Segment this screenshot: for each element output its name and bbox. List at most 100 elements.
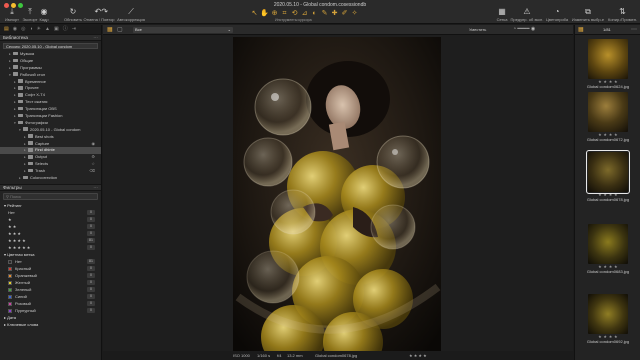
- folder-item[interactable]: ▸ Тест сжатия: [0, 99, 101, 106]
- folder-item[interactable]: ▸ Трансляции Fashion: [0, 113, 101, 120]
- crop-tool-icon[interactable]: ⌗: [280, 9, 289, 18]
- thumbnail-item[interactable]: ★ ★ ★ ★ Global condom0672.jpg: [581, 92, 635, 143]
- color-tab-icon[interactable]: ◑: [29, 27, 32, 32]
- rating-count: 0: [87, 223, 95, 229]
- rotate-tool-icon[interactable]: ⟲: [290, 9, 299, 18]
- folder-item[interactable]: ▸ Прочее: [0, 85, 101, 92]
- folder-item[interactable]: ▸ Trash ⌫: [0, 168, 101, 175]
- color-filter-row[interactable]: Красный 0: [0, 265, 101, 272]
- folder-item[interactable]: ▸ Output ⚙: [0, 154, 101, 161]
- library-header[interactable]: Библиотека ⋯: [0, 34, 101, 41]
- folder-item[interactable]: ▸ Capture ◉: [0, 141, 101, 148]
- rating-filter-row[interactable]: ★ ★ ★ ★ ★ 0: [0, 244, 101, 251]
- folder-item[interactable]: ▸ Программы: [0, 65, 101, 72]
- browser-menu-icon[interactable]: ⋯: [631, 26, 637, 33]
- filter-select[interactable]: Все ⌄: [133, 27, 233, 33]
- picker-tool-icon[interactable]: ✐: [340, 9, 349, 18]
- zoom-tool-icon[interactable]: ⊕: [270, 9, 279, 18]
- folder-item[interactable]: ▸ Временное: [0, 79, 101, 86]
- refresh-button[interactable]: ↻ Обновить: [62, 8, 84, 23]
- color-filter-row[interactable]: Оранжевый 0: [0, 272, 101, 279]
- color-filter-row[interactable]: Зеленый 0: [0, 286, 101, 293]
- thumbnail-image[interactable]: [588, 294, 628, 334]
- current-rating[interactable]: ★ ★ ★ ★: [409, 353, 427, 358]
- rating-filter-row[interactable]: ★ ★ ★ 0: [0, 230, 101, 237]
- folder-item[interactable]: ▸ Best shots: [0, 134, 101, 141]
- session-select[interactable]: Сессия: 2020.05.10 - Global condom: [3, 43, 98, 49]
- folder-item[interactable]: ▸ Selects ☆: [0, 161, 101, 168]
- folder-icon: [18, 106, 23, 111]
- exposure-warning-button[interactable]: ⚠ Предупр. об эксп.: [510, 8, 544, 23]
- export-button[interactable]: ⤒ Экспорт: [20, 8, 40, 23]
- details-tab-icon[interactable]: ▲: [45, 27, 50, 32]
- thumbnail-item[interactable]: ★ ★ ★ ★ Global condom0624.jpg: [581, 39, 635, 90]
- viewer-single-icon[interactable]: ▢: [117, 26, 123, 33]
- mask-tool-icon[interactable]: ◐: [310, 9, 319, 18]
- filters-header[interactable]: Фильтры ⋯: [0, 183, 101, 191]
- color-filter-row[interactable]: Нет 81: [0, 258, 101, 265]
- lens-tab-icon[interactable]: ◎: [21, 27, 25, 32]
- thumbnail-item[interactable]: ★ ★ ★ ★ Global condom0683.jpg: [581, 224, 635, 275]
- brush-tool-icon[interactable]: ✎: [320, 9, 329, 18]
- zoom-slider[interactable]: ◔ ━━━━ ◉: [513, 26, 553, 33]
- rating-filter-row[interactable]: Нет 0: [0, 209, 101, 216]
- color-filter-row[interactable]: Розовый 0: [0, 300, 101, 307]
- undo-redo-button[interactable]: ↶↷ Отмена / Повтор: [83, 8, 115, 23]
- browser-list-icon[interactable]: ▦: [578, 26, 584, 33]
- thumbnail-image[interactable]: [586, 150, 630, 194]
- fit-select[interactable]: Уместить: [469, 27, 486, 32]
- heal-tool-icon[interactable]: ✚: [330, 9, 339, 18]
- folder-item[interactable]: ▸ Общие: [0, 58, 101, 65]
- color-filter-row[interactable]: Синий 0: [0, 293, 101, 300]
- thumbnail-image[interactable]: [588, 92, 628, 132]
- more-icon[interactable]: ⋯: [93, 185, 98, 191]
- color-filter-row[interactable]: Пурпурный 0: [0, 307, 101, 314]
- color-filter-row[interactable]: Желтый 0: [0, 279, 101, 286]
- image-viewer: ▦ ▢ Все ⌄ Уместить ◔ ━━━━ ◉ ISO 1000 1/1…: [103, 25, 573, 360]
- pan-tool-icon[interactable]: ↖: [250, 9, 259, 18]
- keystone-tool-icon[interactable]: ⊿: [300, 9, 309, 18]
- rating-filter-row[interactable]: ★ 0: [0, 216, 101, 223]
- rating-filter-row[interactable]: ★ ★ ★ ★ 81: [0, 237, 101, 244]
- more-icon[interactable]: ⋯: [93, 35, 98, 41]
- output-tab-icon[interactable]: ⇥: [72, 27, 76, 32]
- folder-item[interactable]: ▸ Софт X-T4: [0, 92, 101, 99]
- folder-item[interactable]: ▾ Фотографии: [0, 120, 101, 127]
- capture-button[interactable]: ◉ Кадр: [38, 8, 50, 23]
- edit-selected-icon: ⧉: [585, 7, 591, 16]
- thumbnail-filename: Global condom0692.jpg: [586, 339, 630, 344]
- main-photo[interactable]: [233, 37, 441, 360]
- folder-item[interactable]: ▾ Рабочий стол: [0, 72, 101, 79]
- wb-tool-icon[interactable]: ✧: [350, 9, 359, 18]
- meta-tab-icon[interactable]: ⓘ: [63, 27, 68, 32]
- folder-item[interactable]: ▾ 2020.05.10 - Global condom: [0, 127, 101, 134]
- thumbnail-image[interactable]: [588, 39, 628, 79]
- folder-item[interactable]: ▸ Find dhinte: [0, 147, 101, 155]
- folder-item[interactable]: ▸ Музыка: [0, 51, 101, 58]
- import-button[interactable]: ⤓ Импорт: [3, 8, 21, 23]
- exposure-tab-icon[interactable]: ☀: [37, 27, 41, 32]
- folder-icon: [13, 58, 18, 63]
- date-header[interactable]: ▸ Дата: [0, 314, 101, 321]
- thumbnail-item[interactable]: ★ ★ ★ ★ Global condom0678.jpg: [581, 150, 635, 203]
- proof-button[interactable]: ◔ Цветопроба: [544, 8, 570, 23]
- color-label-header[interactable]: ▾ Цветная метка: [0, 251, 101, 258]
- capture-tab-icon[interactable]: ◉: [13, 27, 17, 32]
- viewer-grid-icon[interactable]: ▦: [107, 26, 113, 33]
- folder-item[interactable]: ▸ Трансляции OBS: [0, 106, 101, 113]
- grid-button[interactable]: ▦ Сетка: [494, 8, 510, 23]
- folder-item[interactable]: ▸ Colorcorrection: [0, 175, 101, 182]
- edit-selected-button[interactable]: ⧉ Изменить выбр-е: [571, 7, 605, 23]
- filter-search-input[interactable]: ⚲ Поиск: [3, 192, 98, 200]
- hand-tool-icon[interactable]: ✋: [260, 9, 269, 18]
- local-tab-icon[interactable]: ▣: [54, 27, 59, 32]
- autocorrect-button[interactable]: ⟋ Автокоррекция: [115, 8, 147, 23]
- thumbnail-item[interactable]: ★ ★ ★ ★ Global condom0692.jpg: [581, 294, 635, 345]
- rating-filter-row[interactable]: ★ ★ 0: [0, 223, 101, 230]
- library-tab-icon[interactable]: ▤: [4, 27, 9, 32]
- thumbnail-image[interactable]: [588, 224, 628, 264]
- copy-apply-button[interactable]: ⇅ Копир./Примен.: [606, 8, 639, 23]
- rating-header[interactable]: ▾ Рейтинг: [0, 202, 101, 209]
- browser-panel: ▦ 1/81 ⋯ ★ ★ ★ ★ Global condom0624.jpg ★ ★…: [574, 25, 640, 360]
- keywords-header[interactable]: ▸ Ключевые слова: [0, 321, 101, 328]
